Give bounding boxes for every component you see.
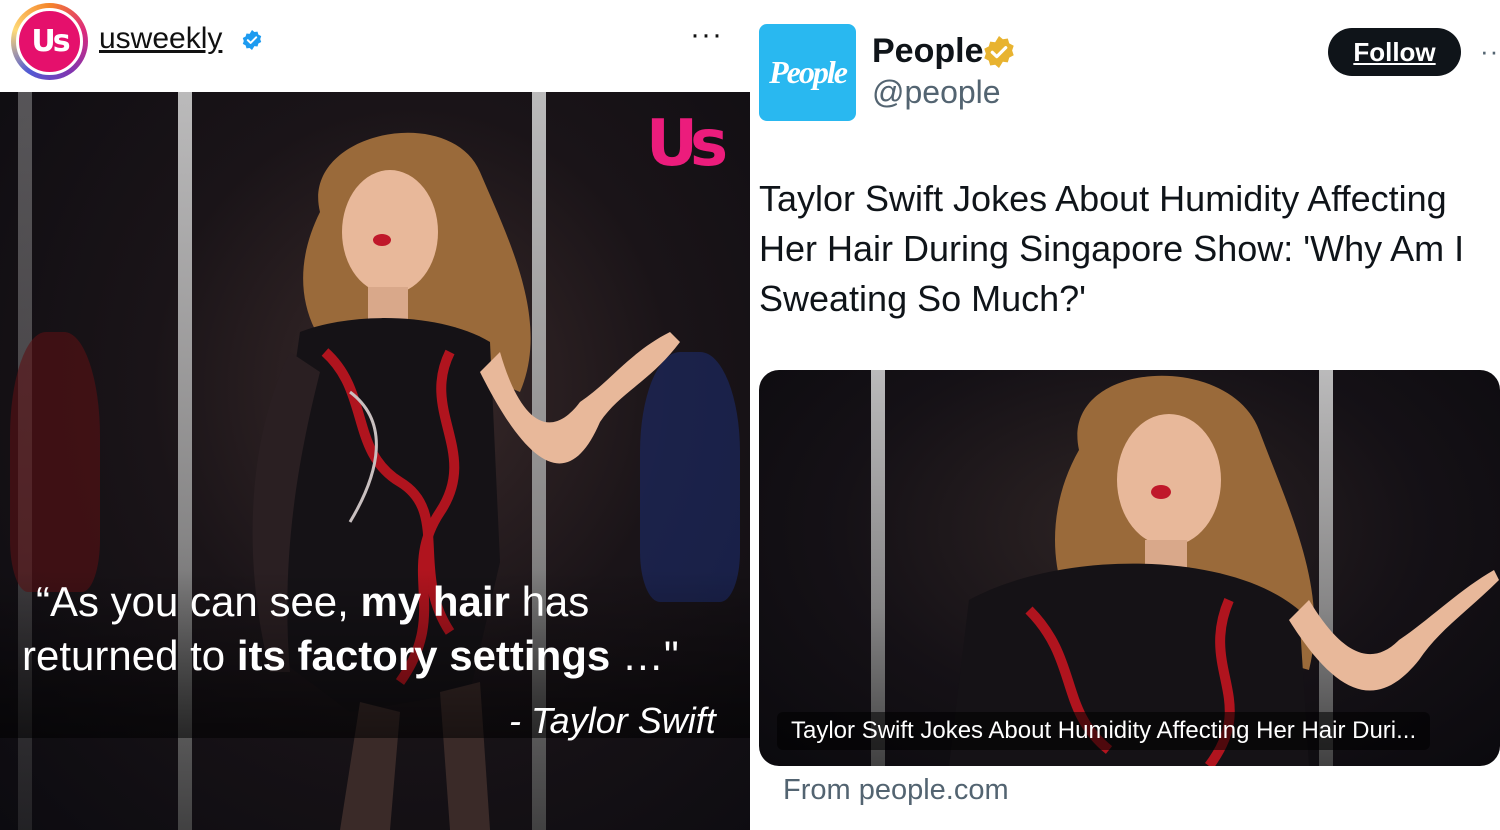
quote-line-1: “As you can see, my hair has [36,578,590,625]
avatar-logo: Us [31,24,70,59]
more-options-icon[interactable]: ··· [690,20,723,50]
performer-figure [949,375,1499,766]
people-logo: People [769,54,848,90]
account-avatar[interactable]: People [759,24,856,121]
account-handle[interactable]: @people [872,74,1001,111]
quote-attribution: - Taylor Swift [509,700,716,741]
more-options-icon[interactable]: ·· [1480,36,1499,67]
us-weekly-logo: Us [646,107,728,181]
stage-light [871,370,885,766]
display-name[interactable]: People [872,32,983,71]
story-ring[interactable]: Us [11,3,88,80]
instagram-post: Us usweekly ··· Us “As you can see, my h… [0,0,750,830]
x-post: People People @people Follow ·· Taylor S… [750,0,1500,830]
verified-badge-icon [242,30,262,50]
post-header: Us usweekly ··· [0,0,750,92]
username-link[interactable]: usweekly [99,22,222,56]
link-card[interactable]: Taylor Swift Jokes About Humidity Affect… [759,370,1500,766]
gold-verified-badge-icon [984,36,1014,68]
card-source-link[interactable]: From people.com [783,774,1009,807]
background-dancer [10,332,100,592]
card-caption: Taylor Swift Jokes About Humidity Affect… [777,712,1431,750]
follow-button[interactable]: Follow [1328,28,1461,76]
post-text: Taylor Swift Jokes About Humidity Affect… [759,178,1465,319]
quote-line-2: returned to its factory settings …" [22,632,679,679]
avatar[interactable]: Us [16,8,83,75]
